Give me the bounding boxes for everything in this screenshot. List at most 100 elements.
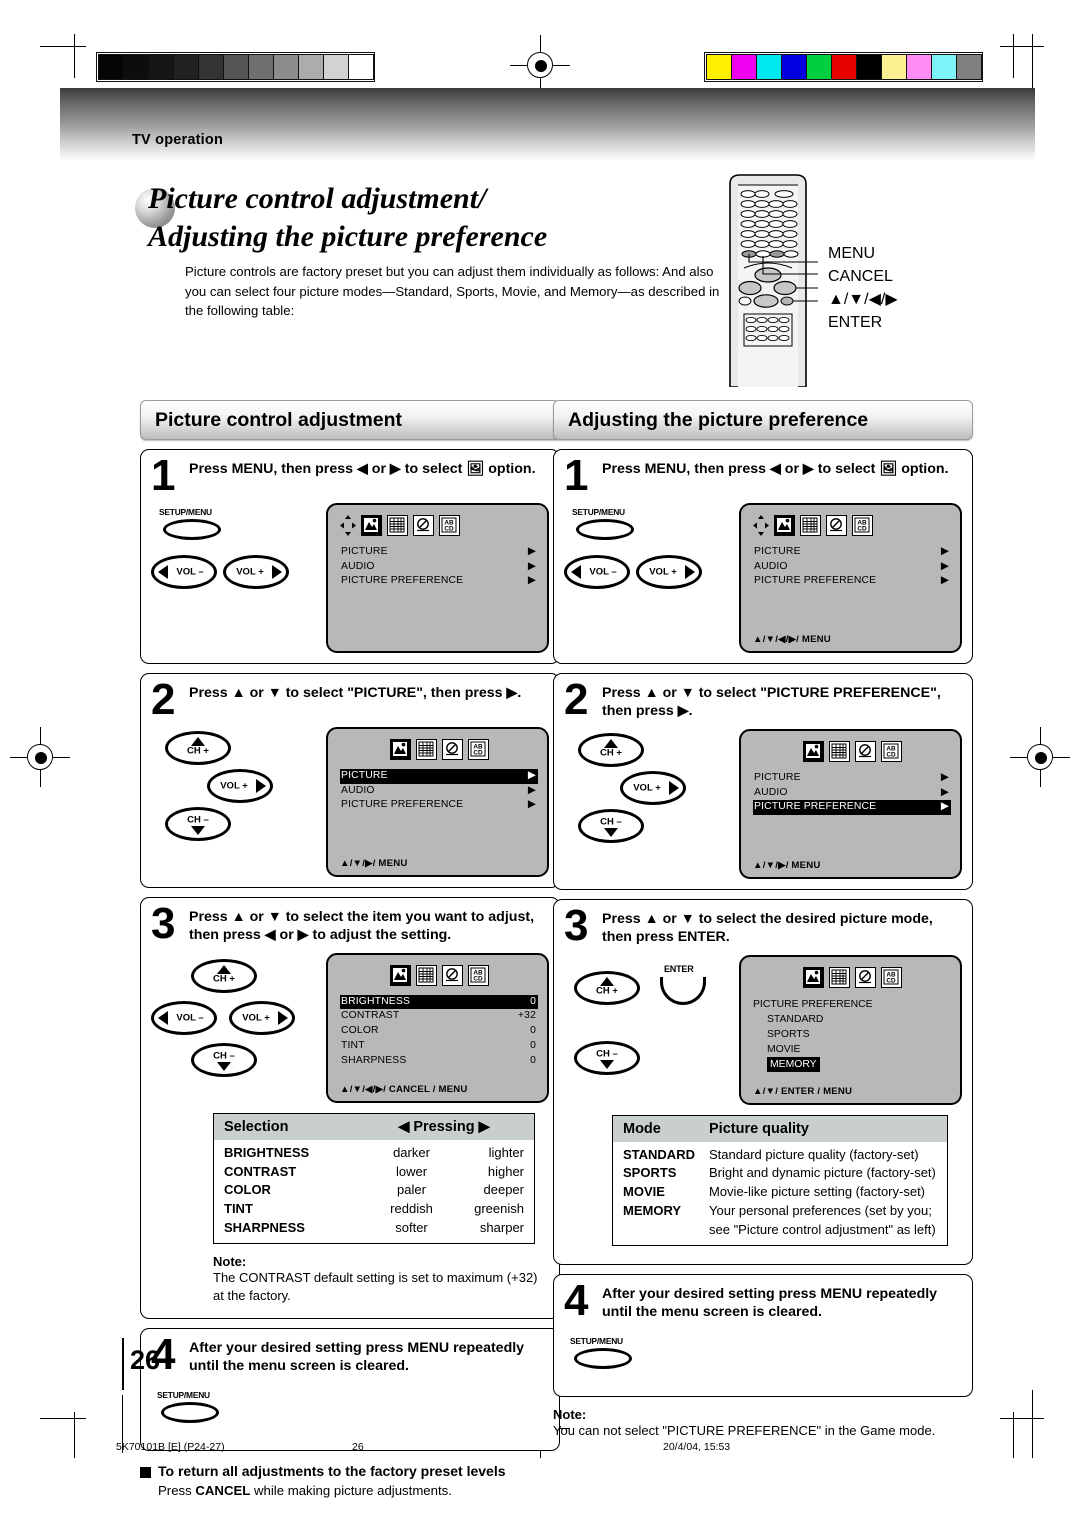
cell-picture-quality: Movie-like picture setting (factory-set) [709,1184,926,1200]
enter-button[interactable] [660,976,706,1005]
cell-press-right: lighter [488,1144,524,1160]
arrow-left-icon [158,1010,168,1025]
step-box: 4 After your desired setting press MENU r… [553,1273,973,1397]
vol-up-button[interactable]: VOL + [620,770,686,805]
osd-preference-item[interactable]: MOVIE [753,1042,951,1057]
osd-icon-row: AB CD [340,964,538,986]
channel-up-button[interactable]: CH + [191,958,257,993]
crop-mark-br-h [1000,1418,1044,1419]
setup-menu-button[interactable] [576,518,634,540]
reset-body-post: while making picture adjustments. [250,1482,452,1498]
osd-menu-item[interactable]: BRIGHTNESS 0 [340,994,538,1010]
osd-menu-item[interactable]: SHARPNESS 0 [340,1054,538,1069]
vol-up-button[interactable]: VOL + [207,768,273,803]
lock-icon [441,738,463,760]
key-label: CH + [187,745,209,757]
picture-icon [389,964,411,986]
remote-keys-diagram: CH + VOL – VOL + CH – [151,953,326,1103]
osd-preference-title: PICTURE PREFERENCE [753,998,873,1010]
grayscale-swatch [223,54,249,80]
step-number: 1 [151,451,175,500]
remote-keys-diagram: CH + VOL + CH – [564,729,739,879]
vol-up-button[interactable]: VOL + [229,1000,295,1035]
arrow-down-icon [217,1061,231,1071]
grayscale-swatch [248,54,274,80]
channel-down-button[interactable]: CH – [578,808,644,843]
channel-down-button[interactable]: CH – [165,806,231,841]
osd-direction-cursor-icon [340,514,356,536]
osd-menu-item[interactable]: PICTURE ▶ [753,545,951,560]
osd-footer-hint: ▲/▼/◀/▶/ MENU [753,633,831,645]
grayscale-swatch [348,54,374,80]
arrow-up-icon [191,736,205,746]
osd-menu-item-value: ▶ [527,799,536,811]
channel-icon [415,738,437,760]
cell-press-right: higher [487,1163,524,1179]
step-number: 2 [564,674,588,724]
osd-menu-item-label: PICTURE [754,771,801,783]
table-row: SHARPNESS softer sharper [214,1219,534,1238]
table-row: see "Picture control adjustment" as left… [613,1221,947,1240]
setup-menu-button[interactable] [574,1347,632,1369]
svg-text:CD: CD [857,526,867,533]
setup-menu-button[interactable] [161,1401,219,1423]
osd-footer-hint: ▲/▼/▶/ MENU [340,857,408,869]
channel-icon [387,514,408,536]
remote-keys-diagram: CH + VOL + CH – [151,727,326,877]
setup-menu-button[interactable] [163,518,221,540]
lock-icon [854,740,876,762]
channel-down-button[interactable]: CH – [574,1040,640,1075]
osd-menu-item[interactable]: PICTURE PREFERENCE ▶ [753,800,951,816]
osd-preference-item[interactable]: MEMORY [753,1056,951,1072]
osd-icon-row: AB CD [753,514,951,536]
channel-up-button[interactable]: CH + [578,732,644,767]
osd-menu-item[interactable]: PICTURE PREFERENCE ▶ [340,574,538,589]
vol-up-button[interactable]: VOL + [636,554,702,589]
channel-down-button[interactable]: CH – [191,1042,257,1077]
key-label: CH – [187,814,209,826]
osd-menu-item-label: TINT [341,1039,365,1051]
remote-label-menu: MENU [828,245,876,262]
osd-menu-item[interactable]: PICTURE ▶ [340,545,538,560]
osd-preference-item[interactable]: SPORTS [753,1027,951,1042]
arrow-right-icon [256,778,266,793]
osd-preference-item[interactable]: STANDARD [753,1012,951,1027]
color-swatch [806,54,832,80]
osd-menu-item[interactable]: PICTURE ▶ [753,771,951,786]
osd-screen: AB CD BRIGHTNESS 0 CONTRAST +32 COLOR 0 TINT 0 SHA… [326,952,549,1103]
crop-mark-bl-v [74,1412,75,1458]
osd-menu-item[interactable]: AUDIO ▶ [340,784,538,799]
step-instruction: Press MENU, then press ◀ or ▶ to select … [189,461,536,477]
remote-label-enter: ENTER [828,314,883,331]
osd-menu-item[interactable]: PICTURE PREFERENCE ▶ [753,574,951,589]
osd-menu-item[interactable]: AUDIO ▶ [753,786,951,801]
vol-down-button[interactable]: VOL – [564,554,630,589]
page-header-band: TV operation [60,88,1035,161]
note-body: The CONTRAST default setting is set to m… [213,1269,538,1304]
step-instruction: Press ▲ or ▼ to select the item you want… [189,908,535,943]
osd-menu-item[interactable]: CONTRAST +32 [340,1009,538,1024]
osd-menu-item-label: AUDIO [341,560,375,572]
osd-menu-item-value: +32 [517,1010,536,1022]
channel-icon [828,740,850,762]
vol-down-button[interactable]: VOL – [151,1000,217,1035]
table-header-selection: Selection [224,1118,289,1135]
vol-up-button[interactable]: VOL + [223,554,289,589]
picture-icon [802,966,824,988]
page-number-rule [122,1338,124,1390]
osd-menu-item[interactable]: COLOR 0 [340,1024,538,1039]
channel-up-button[interactable]: CH + [574,970,640,1005]
channel-icon [415,964,437,986]
cell-press-left: softer [395,1220,428,1236]
osd-menu-item[interactable]: AUDIO ▶ [753,560,951,575]
cell-selection: COLOR [224,1182,271,1198]
arrow-right-icon [272,564,282,579]
step-box: 3 Press ▲ or ▼ to select the desired pict… [553,898,973,1265]
osd-menu-item[interactable]: PICTURE PREFERENCE ▶ [340,798,538,813]
vol-down-button[interactable]: VOL – [151,554,217,589]
osd-menu-item[interactable]: AUDIO ▶ [340,560,538,575]
channel-up-button[interactable]: CH + [165,730,231,765]
osd-menu-item[interactable]: TINT 0 [340,1039,538,1054]
osd-menu-item[interactable]: PICTURE ▶ [340,768,538,784]
channel-icon [800,514,821,536]
